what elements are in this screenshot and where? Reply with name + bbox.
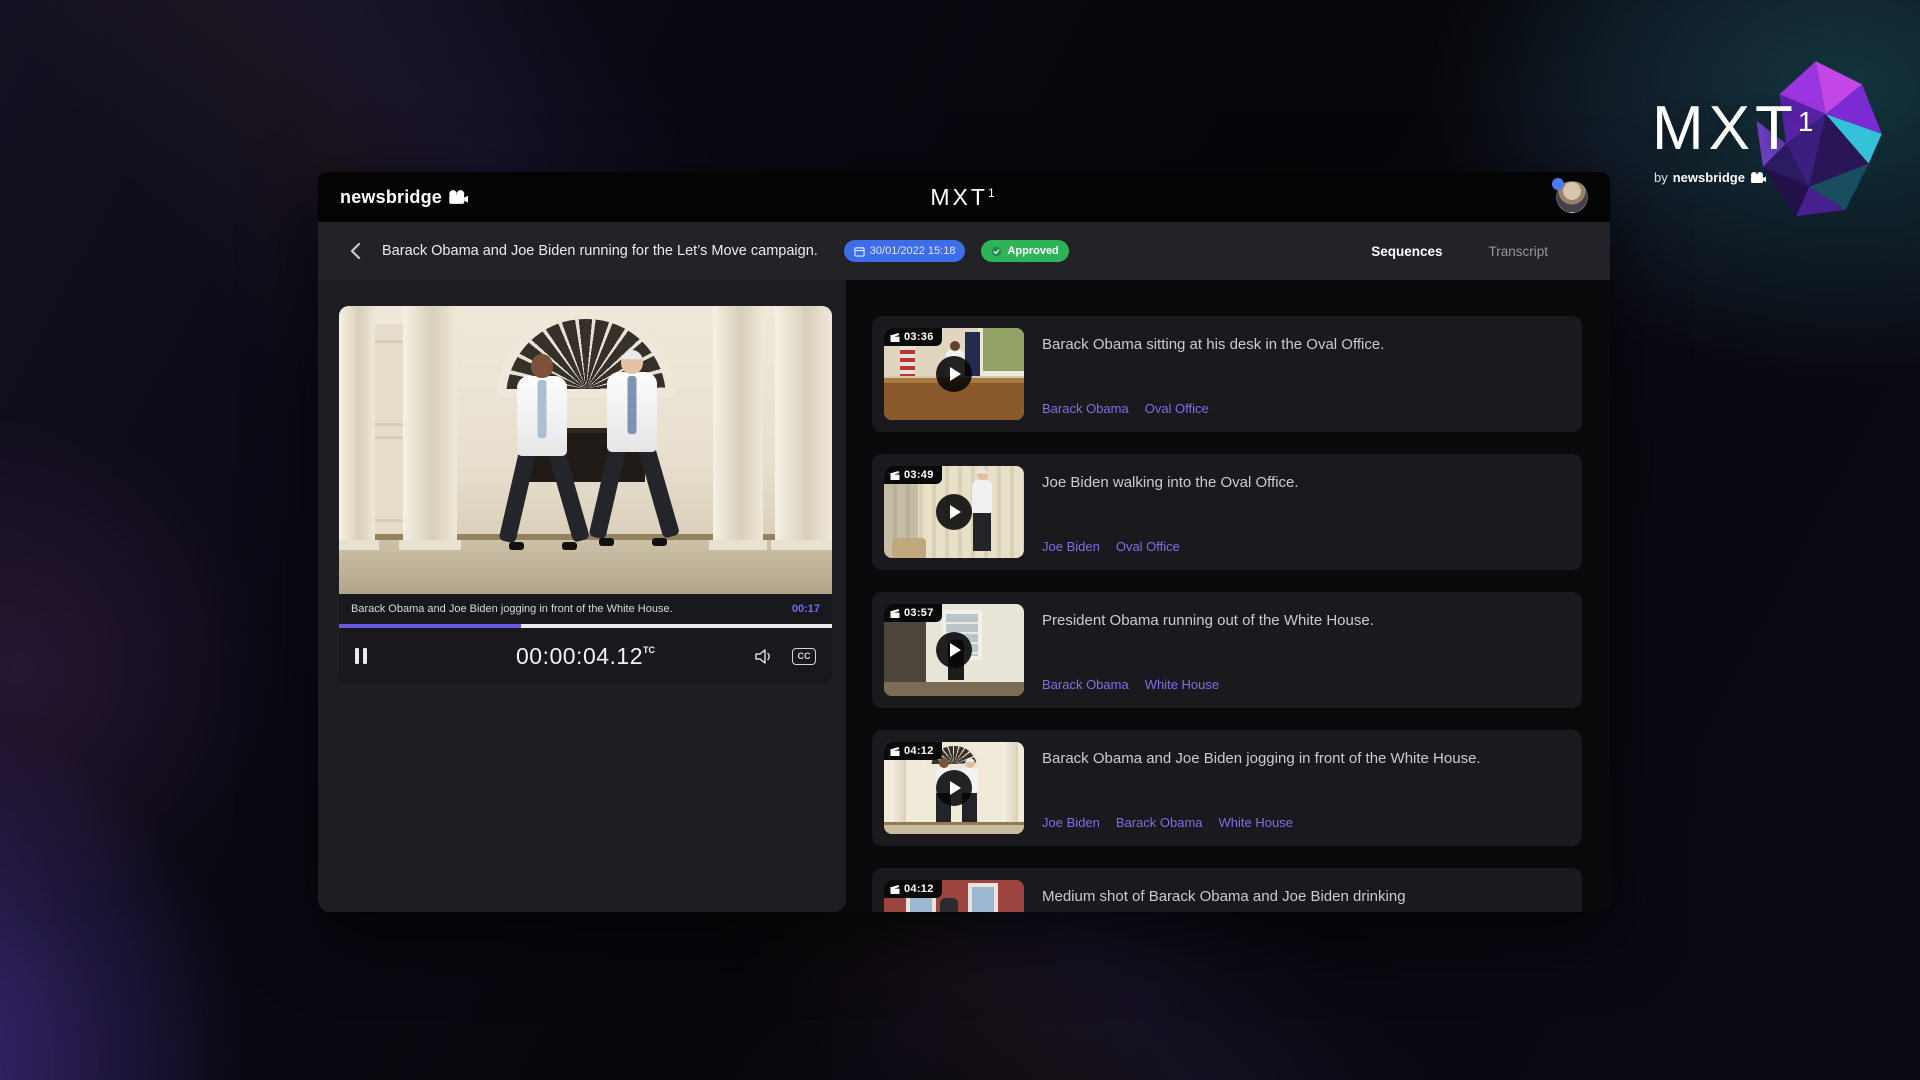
tag-link[interactable]: Oval Office [1116, 539, 1180, 554]
content-area: Barack Obama and Joe Biden jogging in fr… [318, 280, 1610, 912]
timestamp-label: 03:49 [904, 469, 934, 481]
mxt-corner-brand: MXT1 bynewsbridge [1652, 58, 1920, 228]
asset-header: Barack Obama and Joe Biden running for t… [318, 222, 1610, 280]
clip-end-time: 00:17 [792, 603, 820, 615]
date-badge-label: 30/01/2022 15:18 [870, 245, 956, 257]
play-button[interactable] [936, 356, 972, 392]
tag-row: Joe Biden Barack Obama White House [1042, 815, 1570, 830]
caption-text: Barack Obama and Joe Biden jogging in fr… [351, 603, 673, 615]
sequence-card[interactable]: 04:12 Medium shot of Barack Obama and Jo… [872, 868, 1582, 912]
video-player: Barack Obama and Joe Biden jogging in fr… [339, 306, 832, 684]
sequence-thumbnail[interactable]: 03:57 [884, 604, 1024, 696]
clip-icon [890, 471, 900, 480]
timestamp-badge: 04:12 [884, 880, 942, 898]
camera-icon [1750, 172, 1766, 183]
timestamp-label: 04:12 [904, 745, 934, 757]
tag-link[interactable]: White House [1145, 677, 1219, 692]
tag-link[interactable]: Oval Office [1145, 401, 1209, 416]
status-badge: Approved [981, 240, 1068, 262]
clip-icon [890, 747, 900, 756]
tag-link[interactable]: Barack Obama [1042, 401, 1129, 416]
video-frame[interactable] [339, 306, 832, 594]
pause-button[interactable] [355, 648, 367, 664]
newsbridge-logo[interactable]: newsbridge [340, 187, 468, 208]
sequence-title: Barack Obama and Joe Biden jogging in fr… [1042, 748, 1482, 770]
sequence-title: Joe Biden walking into the Oval Office. [1042, 472, 1570, 494]
clip-icon [890, 333, 900, 342]
timestamp-badge: 04:12 [884, 742, 942, 760]
timestamp-label: 03:57 [904, 607, 934, 619]
view-tabs: Sequences Transcript [1371, 244, 1584, 259]
player-controls: 00:00:04.12TC CC [339, 628, 832, 684]
tag-link[interactable]: Joe Biden [1042, 539, 1100, 554]
chevron-left-icon [350, 242, 361, 260]
status-badge-label: Approved [1007, 245, 1058, 257]
app-title: MXT1 [930, 184, 997, 211]
sequence-thumbnail[interactable]: 03:36 [884, 328, 1024, 420]
corner-logo-sup: 1 [1798, 106, 1814, 137]
corner-logo-wordmark: MXT1 [1652, 98, 1813, 160]
tag-row: Joe Biden Oval Office [1042, 539, 1570, 554]
tag-link[interactable]: Joe Biden [1042, 815, 1100, 830]
app-window: newsbridge MXT1 Barack Obama and Joe Bid… [318, 172, 1610, 912]
timestamp-badge: 03:36 [884, 328, 942, 346]
timestamp-badge: 03:57 [884, 604, 942, 622]
back-button[interactable] [344, 240, 366, 262]
sequence-card[interactable]: 04:12 Barack Obama and Joe Biden jogging… [872, 730, 1582, 846]
tag-link[interactable]: Barack Obama [1116, 815, 1203, 830]
camera-icon [448, 190, 468, 204]
tab-transcript[interactable]: Transcript [1488, 244, 1548, 259]
sequence-title: Medium shot of Barack Obama and Joe Bide… [1042, 886, 1570, 908]
check-circle-icon [991, 246, 1002, 257]
user-avatar[interactable] [1556, 181, 1588, 213]
timecode-display: 00:00:04.12TC [516, 643, 655, 670]
sequence-title: President Obama running out of the White… [1042, 610, 1570, 632]
volume-icon[interactable] [754, 648, 774, 665]
tag-row: Barack Obama Oval Office [1042, 401, 1570, 416]
sequence-title: Barack Obama sitting at his desk in the … [1042, 334, 1570, 356]
asset-title: Barack Obama and Joe Biden running for t… [382, 243, 818, 259]
play-button[interactable] [936, 494, 972, 530]
sequence-thumbnail[interactable]: 03:49 [884, 466, 1024, 558]
player-panel: Barack Obama and Joe Biden jogging in fr… [318, 280, 846, 912]
sequence-card[interactable]: 03:36 Barack Obama sitting at his desk i… [872, 316, 1582, 432]
clip-icon [890, 609, 900, 618]
tag-row: Barack Obama White House [1042, 677, 1570, 692]
sequence-card[interactable]: 03:49 Joe Biden walking into the Oval Of… [872, 454, 1582, 570]
notification-dot [1552, 178, 1564, 190]
sequence-thumbnail[interactable]: 04:12 [884, 742, 1024, 834]
sequence-thumbnail[interactable]: 04:12 [884, 880, 1024, 912]
sequence-card[interactable]: 03:57 President Obama running out of the… [872, 592, 1582, 708]
tag-link[interactable]: Barack Obama [1042, 677, 1129, 692]
captions-button[interactable]: CC [792, 648, 816, 665]
tag-link[interactable]: White House [1219, 815, 1293, 830]
clip-icon [890, 885, 900, 894]
figure-biden [601, 350, 663, 554]
play-button[interactable] [936, 632, 972, 668]
timestamp-label: 03:36 [904, 331, 934, 343]
sequences-list: 03:36 Barack Obama sitting at his desk i… [846, 280, 1610, 912]
newsbridge-logo-text: newsbridge [340, 187, 442, 208]
caption-bar: Barack Obama and Joe Biden jogging in fr… [339, 594, 832, 624]
tab-sequences[interactable]: Sequences [1371, 244, 1442, 259]
date-badge: 30/01/2022 15:18 [844, 240, 966, 262]
calendar-icon [854, 246, 865, 257]
top-navbar: newsbridge MXT1 [318, 172, 1610, 222]
play-button[interactable] [936, 770, 972, 806]
timestamp-badge: 03:49 [884, 466, 942, 484]
figure-obama [511, 354, 573, 554]
timestamp-label: 04:12 [904, 883, 934, 895]
corner-logo-byline: bynewsbridge [1654, 170, 1766, 185]
